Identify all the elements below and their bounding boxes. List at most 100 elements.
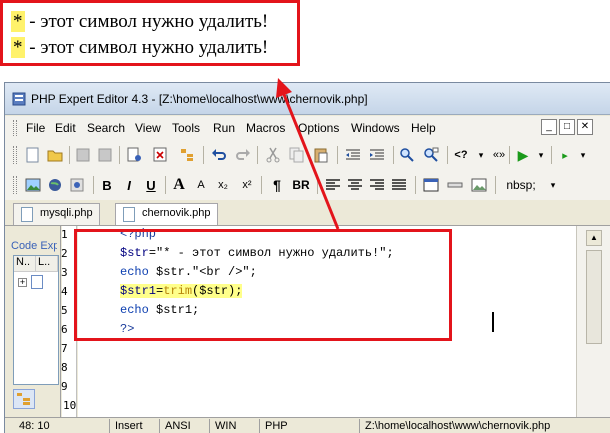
- menu-search[interactable]: Search: [87, 121, 125, 135]
- line-number: 6: [61, 323, 68, 336]
- toolbar-separator: [393, 146, 394, 164]
- file-properties-icon[interactable]: [125, 145, 145, 165]
- status-edit-mode: Insert: [115, 420, 143, 432]
- file-tab-bar: mysqli.php chernovik.php: [5, 200, 610, 226]
- menu-file[interactable]: File: [26, 121, 45, 135]
- copy-icon[interactable]: [287, 145, 307, 165]
- scroll-up-icon[interactable]: ▲: [586, 230, 602, 246]
- toolbar-separator: [119, 146, 120, 164]
- new-file-icon[interactable]: [23, 145, 43, 165]
- output-line-2: * - этот символ нужно удалить!: [11, 37, 268, 59]
- tab-chernovik[interactable]: chernovik.php: [115, 203, 218, 225]
- paste-icon[interactable]: [311, 145, 331, 165]
- dropdown-arrow-icon[interactable]: ▾: [531, 145, 551, 165]
- tree-structure-icon[interactable]: [177, 145, 197, 165]
- toolbar-separator: [165, 176, 166, 194]
- column-header-line[interactable]: L..: [36, 256, 58, 272]
- close-file-icon[interactable]: [151, 145, 171, 165]
- indent-icon[interactable]: [367, 145, 387, 165]
- minimize-button[interactable]: _: [541, 119, 557, 135]
- structure-view-button[interactable]: [13, 389, 35, 409]
- menu-windows[interactable]: Windows: [351, 121, 400, 135]
- toolbar-separator: [509, 146, 510, 164]
- superscript-button[interactable]: x²: [237, 175, 257, 195]
- table-icon[interactable]: [421, 175, 441, 195]
- toolbar-separator: [93, 176, 94, 194]
- status-syntax: PHP: [265, 420, 288, 432]
- underline-button[interactable]: U: [141, 175, 161, 195]
- open-folder-icon[interactable]: [45, 145, 65, 165]
- grip-handle[interactable]: [13, 176, 17, 194]
- menu-help[interactable]: Help: [411, 121, 436, 135]
- tab-mysqli[interactable]: mysqli.php: [13, 203, 100, 225]
- outdent-icon[interactable]: [343, 145, 363, 165]
- tab-label: chernovik.php: [142, 207, 211, 219]
- cut-icon[interactable]: [263, 145, 283, 165]
- status-divider: [109, 419, 110, 433]
- menu-edit[interactable]: Edit: [55, 121, 76, 135]
- code-annotation-box: [74, 229, 452, 341]
- file-icon: [123, 207, 135, 222]
- toolbar-separator: [551, 146, 552, 164]
- line-number: 5: [61, 304, 68, 317]
- menu-macros[interactable]: Macros: [246, 121, 285, 135]
- anchor-icon[interactable]: [67, 175, 87, 195]
- nbsp-button[interactable]: nbsp;: [501, 175, 541, 195]
- navigate-icon[interactable]: «»: [489, 145, 509, 165]
- status-divider: [359, 419, 360, 433]
- vertical-scrollbar[interactable]: ▲: [576, 226, 610, 417]
- undo-icon[interactable]: [209, 145, 229, 165]
- line-number: 4: [61, 285, 68, 298]
- file-node-icon[interactable]: [31, 275, 43, 289]
- paragraph-button[interactable]: ¶: [267, 175, 287, 195]
- code-explorer-title: Code Exp: [11, 240, 57, 252]
- toolbar-separator: [415, 176, 416, 194]
- run-icon[interactable]: ▶: [513, 145, 533, 165]
- toolbar-separator: [317, 176, 318, 194]
- align-left-icon[interactable]: [323, 175, 343, 195]
- picture-icon[interactable]: [469, 175, 489, 195]
- close-button[interactable]: ✕: [577, 119, 593, 135]
- italic-button[interactable]: I: [119, 175, 139, 195]
- font-size-up-button[interactable]: A: [169, 175, 189, 195]
- line-number: 7: [61, 342, 68, 355]
- menu-tools[interactable]: Tools: [172, 121, 200, 135]
- scroll-thumb[interactable]: [586, 250, 602, 344]
- expand-icon[interactable]: +: [18, 278, 27, 287]
- bold-button[interactable]: B: [97, 175, 117, 195]
- debug-run-icon[interactable]: ▸: [555, 145, 575, 165]
- align-right-icon[interactable]: [367, 175, 387, 195]
- menu-options[interactable]: Options: [298, 121, 339, 135]
- align-center-icon[interactable]: [345, 175, 365, 195]
- font-size-down-button[interactable]: A: [191, 175, 211, 195]
- dropdown-arrow-icon[interactable]: ▾: [573, 145, 593, 165]
- output-annotation-box: * - этот символ нужно удалить! * - этот …: [0, 0, 300, 66]
- php-tag-icon[interactable]: <?: [451, 145, 471, 165]
- column-header-name[interactable]: N..: [14, 256, 36, 272]
- dropdown-arrow-icon[interactable]: ▾: [471, 145, 491, 165]
- insert-image-icon[interactable]: [23, 175, 43, 195]
- grip-handle[interactable]: [13, 146, 17, 164]
- menu-view[interactable]: View: [135, 121, 161, 135]
- subscript-button[interactable]: x₂: [213, 175, 233, 195]
- star-symbol: *: [11, 11, 25, 32]
- menu-run[interactable]: Run: [213, 121, 235, 135]
- status-divider: [259, 419, 260, 433]
- horizontal-rule-icon[interactable]: [445, 175, 465, 195]
- find-icon[interactable]: [397, 145, 417, 165]
- save-all-icon[interactable]: [95, 145, 115, 165]
- globe-icon[interactable]: [45, 175, 65, 195]
- dropdown-arrow-icon[interactable]: ▾: [543, 175, 563, 195]
- status-bar: 48: 10 Insert ANSI WIN PHP Z:\home\local…: [5, 417, 610, 433]
- code-explorer-tree[interactable]: N.. L.. +: [13, 255, 59, 385]
- grip-handle[interactable]: [13, 120, 17, 136]
- align-justify-icon[interactable]: [389, 175, 409, 195]
- code-explorer-panel: Code Exp N.. L.. +: [5, 226, 61, 417]
- app-icon: [12, 92, 26, 106]
- restore-button[interactable]: □: [559, 119, 575, 135]
- save-icon[interactable]: [73, 145, 93, 165]
- redo-icon[interactable]: [233, 145, 253, 165]
- replace-icon[interactable]: [421, 145, 441, 165]
- line-break-button[interactable]: BR: [289, 175, 313, 195]
- title-bar[interactable]: PHP Expert Editor 4.3 - [Z:\home\localho…: [5, 83, 610, 115]
